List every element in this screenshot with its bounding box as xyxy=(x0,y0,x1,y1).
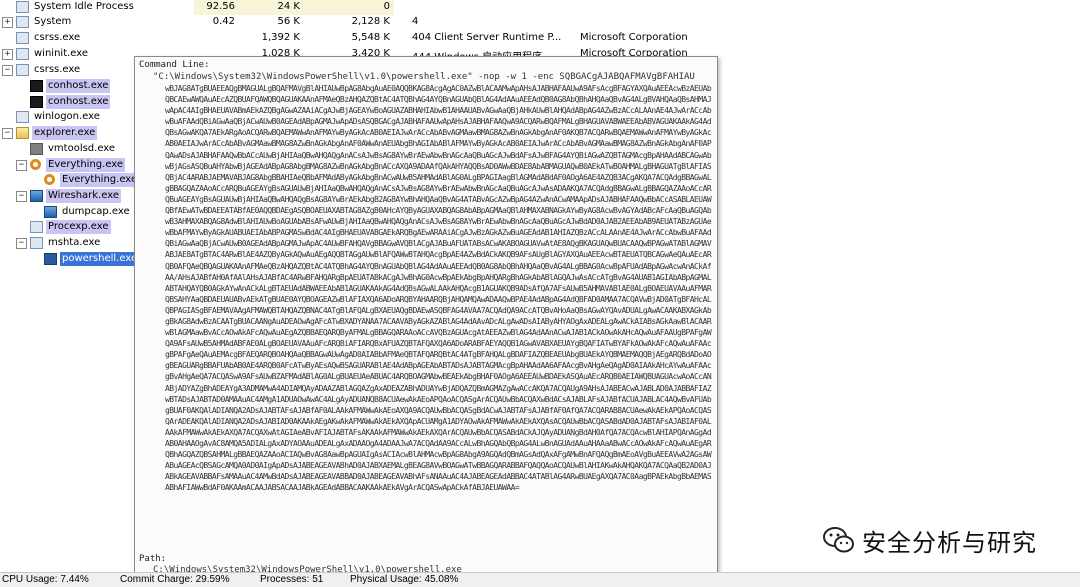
working-set: 0 xyxy=(383,1,390,12)
collapse-minus-icon[interactable]: − xyxy=(16,191,27,202)
working-set: 2,128 K xyxy=(351,16,390,27)
procexp-icon xyxy=(30,221,43,233)
command-line-label: Command Line: xyxy=(139,60,210,70)
powershell-icon xyxy=(44,253,57,265)
command-line-head: "C:\Windows\System32\WindowsPowerShell\v… xyxy=(153,72,695,82)
process-name: Procexp.exe xyxy=(46,220,111,234)
cpu-usage: CPU Usage: 7.44% xyxy=(2,574,89,585)
process-name: conhost.exe xyxy=(46,95,111,109)
console-icon xyxy=(30,96,43,108)
collapse-minus-icon[interactable]: − xyxy=(2,128,13,139)
collapse-minus-icon[interactable]: − xyxy=(16,238,27,249)
process-row[interactable]: csrss.exe 1,392 K 5,548 K 404 Client Ser… xyxy=(0,31,1080,46)
process-name: dumpcap.exe xyxy=(62,206,130,217)
process-icon xyxy=(16,64,29,76)
cpu-value: 0.42 xyxy=(212,16,235,27)
wireshark-icon xyxy=(44,206,57,218)
process-name: Wireshark.exe xyxy=(46,189,121,203)
expand-plus-icon[interactable]: + xyxy=(2,49,13,60)
path-label: Path: xyxy=(139,554,167,564)
process-icon xyxy=(16,16,29,28)
collapse-minus-icon[interactable]: − xyxy=(2,65,13,76)
process-icon xyxy=(16,1,29,13)
console-icon xyxy=(30,80,43,92)
process-icon xyxy=(16,111,29,123)
process-row[interactable]: + System 0.42 56 K 2,128 K 4 xyxy=(0,15,1080,30)
private-bytes: 1,392 K xyxy=(261,32,300,43)
commit-charge: Commit Charge: 29.59% xyxy=(120,574,230,585)
cpu-value: 92.56 xyxy=(206,1,235,12)
wireshark-icon xyxy=(30,190,43,202)
process-icon xyxy=(16,32,29,44)
process-name: Everything.exe xyxy=(46,158,126,172)
folder-icon xyxy=(16,127,29,139)
private-bytes: 24 K xyxy=(277,1,300,12)
process-name: Everything.exe xyxy=(60,173,140,187)
collapse-minus-icon[interactable]: − xyxy=(16,160,27,171)
process-row[interactable]: System Idle Process 92.56 24 K 0 xyxy=(0,0,1080,15)
status-bar: CPU Usage: 7.44% Commit Charge: 29.59% P… xyxy=(0,572,1080,587)
process-company: Microsoft Corporation xyxy=(580,32,688,43)
search-icon xyxy=(44,174,55,185)
vmware-icon xyxy=(30,143,43,155)
process-name: wininit.exe xyxy=(34,48,89,59)
process-name: System Idle Process xyxy=(34,1,134,12)
window-icon xyxy=(30,237,43,249)
process-name: mshta.exe xyxy=(48,237,101,248)
wechat-icon xyxy=(823,527,854,553)
encoded-command: wBJAG8ATgBUAEEAQgBMAGUALgBQAFMAVgBlAHIAU… xyxy=(165,84,712,493)
process-icon xyxy=(16,48,29,60)
process-name: vmtoolsd.exe xyxy=(48,143,116,154)
process-name: csrss.exe xyxy=(34,32,81,43)
process-count: Processes: 51 xyxy=(260,574,324,585)
private-bytes: 56 K xyxy=(277,16,300,27)
process-name: winlogon.exe xyxy=(34,111,100,122)
physical-usage: Physical Usage: 45.08% xyxy=(350,574,459,585)
process-name: powershell.exe xyxy=(60,252,140,266)
process-name: System xyxy=(34,16,72,27)
command-line-tooltip: Command Line: "C:\Windows\System32\Windo… xyxy=(134,56,718,578)
process-pid-desc: 404 Client Server Runtime P... xyxy=(412,32,562,43)
working-set: 5,548 K xyxy=(351,32,390,43)
process-name: explorer.exe xyxy=(32,126,98,140)
process-pid: 4 xyxy=(412,16,419,27)
watermark: 安全分析与研究 xyxy=(822,520,1037,560)
watermark-text: 安全分析与研究 xyxy=(862,528,1037,557)
process-name: csrss.exe xyxy=(34,64,81,75)
process-name: conhost.exe xyxy=(46,79,111,93)
search-icon xyxy=(30,159,41,170)
expand-plus-icon[interactable]: + xyxy=(2,17,13,28)
